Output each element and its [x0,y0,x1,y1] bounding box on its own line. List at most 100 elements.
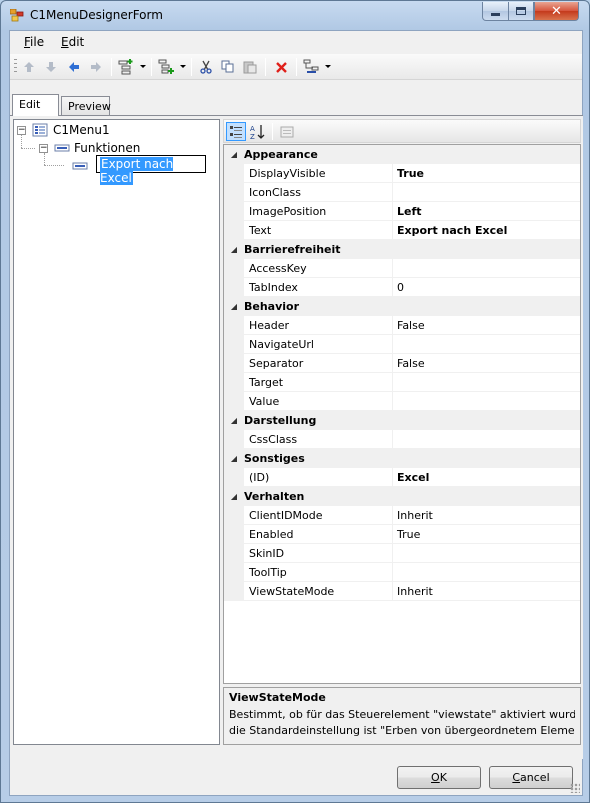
property-value[interactable]: False [393,316,580,335]
add-child-button[interactable] [157,58,175,76]
property-name: CssClass [244,430,393,449]
maximize-button[interactable] [508,2,534,21]
tree-node-funktionen[interactable]: Funktionen [54,140,140,156]
add-child-dropdown[interactable] [180,65,186,68]
maximize-icon [516,7,526,15]
property-row[interactable]: Value [224,392,580,411]
property-category[interactable]: ◢ Behavior [224,297,580,316]
alphabetical-button[interactable]: AZ [248,122,268,141]
collapse-category-icon[interactable]: ◢ [224,245,244,254]
property-category[interactable]: ◢ Barrierefreiheit [224,240,580,259]
property-value[interactable]: Excel [393,468,580,487]
change-type-button[interactable] [302,58,320,76]
property-row[interactable]: (ID) Excel [224,468,580,487]
property-row[interactable]: Target [224,373,580,392]
categorized-button[interactable] [226,122,246,141]
property-row[interactable]: ClientIDMode Inherit [224,506,580,525]
property-grid[interactable]: ◢ Appearance DisplayVisible True IconClass Im… [223,144,581,684]
property-value[interactable]: Export nach Excel [393,221,580,240]
property-value[interactable] [393,183,580,202]
collapse-root-toggle[interactable]: − [17,126,26,135]
collapse-child-toggle[interactable]: − [39,144,48,153]
toolbar-separator [111,58,112,76]
property-row[interactable]: Text Export nach Excel [224,221,580,240]
close-button[interactable]: ✕ [534,2,579,21]
property-row[interactable]: SkinID [224,544,580,563]
property-value[interactable]: Inherit [393,506,580,525]
property-row[interactable]: CssClass [224,430,580,449]
property-name: ViewStateMode [244,582,393,601]
insert-item-dropdown[interactable] [140,65,146,68]
property-row[interactable]: DisplayVisible True [224,164,580,183]
property-value[interactable] [393,335,580,354]
property-value[interactable] [393,430,580,449]
property-row[interactable]: Header False [224,316,580,335]
resize-grip[interactable] [570,783,580,793]
toolbar-separator [296,58,297,76]
menu-edit[interactable]: Edit [61,35,84,49]
property-pages-button[interactable] [277,122,297,141]
property-value[interactable] [393,544,580,563]
toolbar-grip[interactable] [14,59,17,75]
property-value[interactable]: Inherit [393,582,580,601]
menu-tree[interactable]: − C1Menu1 − Funktionen Export nach Excel [13,119,220,745]
move-right-button[interactable] [87,58,105,76]
tab-edit[interactable]: Edit [12,94,59,116]
property-row[interactable]: ViewStateMode Inherit [224,582,580,601]
delete-button[interactable] [272,58,290,76]
property-value[interactable]: True [393,164,580,183]
ok-button[interactable]: OK [397,766,481,789]
property-row[interactable]: Enabled True [224,525,580,544]
property-name: Enabled [244,525,393,544]
change-type-dropdown[interactable] [325,65,331,68]
property-category[interactable]: ◢ Darstellung [224,411,580,430]
minimize-button[interactable] [482,2,509,21]
app-icon [10,9,24,22]
title-bar[interactable]: C1MenuDesignerForm ✕ [1,1,589,29]
property-row[interactable]: NavigateUrl [224,335,580,354]
property-value[interactable]: 0 [393,278,580,297]
property-row[interactable]: Separator False [224,354,580,373]
property-value[interactable] [393,259,580,278]
node-rename-selection: Export nach Excel [100,157,174,185]
property-category-label: Sonstiges [244,452,305,465]
collapse-category-icon[interactable]: ◢ [224,454,244,463]
move-up-button[interactable] [20,58,38,76]
cut-button[interactable] [197,58,215,76]
property-category-label: Appearance [244,148,318,161]
property-category[interactable]: ◢ Sonstiges [224,449,580,468]
property-row[interactable]: IconClass [224,183,580,202]
property-value[interactable]: False [393,354,580,373]
menu-file[interactable]: File [24,35,44,49]
tree-node-root[interactable]: C1Menu1 [32,122,110,138]
collapse-category-icon[interactable]: ◢ [224,150,244,159]
property-value[interactable] [393,563,580,582]
property-row[interactable]: TabIndex 0 [224,278,580,297]
tab-preview[interactable]: Preview [61,96,111,116]
collapse-category-icon[interactable]: ◢ [224,302,244,311]
collapse-category-icon[interactable]: ◢ [224,492,244,501]
toolbar-separator [272,123,273,140]
move-down-button[interactable] [42,58,60,76]
property-category[interactable]: ◢ Verhalten [224,487,580,506]
property-value[interactable] [393,373,580,392]
collapse-category-icon[interactable]: ◢ [224,416,244,425]
property-value[interactable]: True [393,525,580,544]
property-category[interactable]: ◢ Appearance [224,145,580,164]
property-row[interactable]: ToolTip [224,563,580,582]
property-row[interactable]: AccessKey [224,259,580,278]
node-rename-input[interactable]: Export nach Excel [96,155,206,185]
paste-button[interactable] [241,58,259,76]
insert-item-button[interactable] [117,58,135,76]
copy-button[interactable] [219,58,237,76]
cancel-button[interactable]: Cancel [489,766,573,789]
property-value[interactable]: Left [393,202,580,221]
description-title: ViewStateMode [229,691,326,704]
sort-alphabetical-icon: AZ [250,124,265,140]
description-line: Bestimmt, ob für das Steuerelement "view… [229,708,575,721]
property-value[interactable] [393,392,580,411]
menu-root-icon [32,123,48,137]
tree-node-export[interactable] [72,158,88,174]
move-left-button[interactable] [65,58,83,76]
property-row[interactable]: ImagePosition Left [224,202,580,221]
